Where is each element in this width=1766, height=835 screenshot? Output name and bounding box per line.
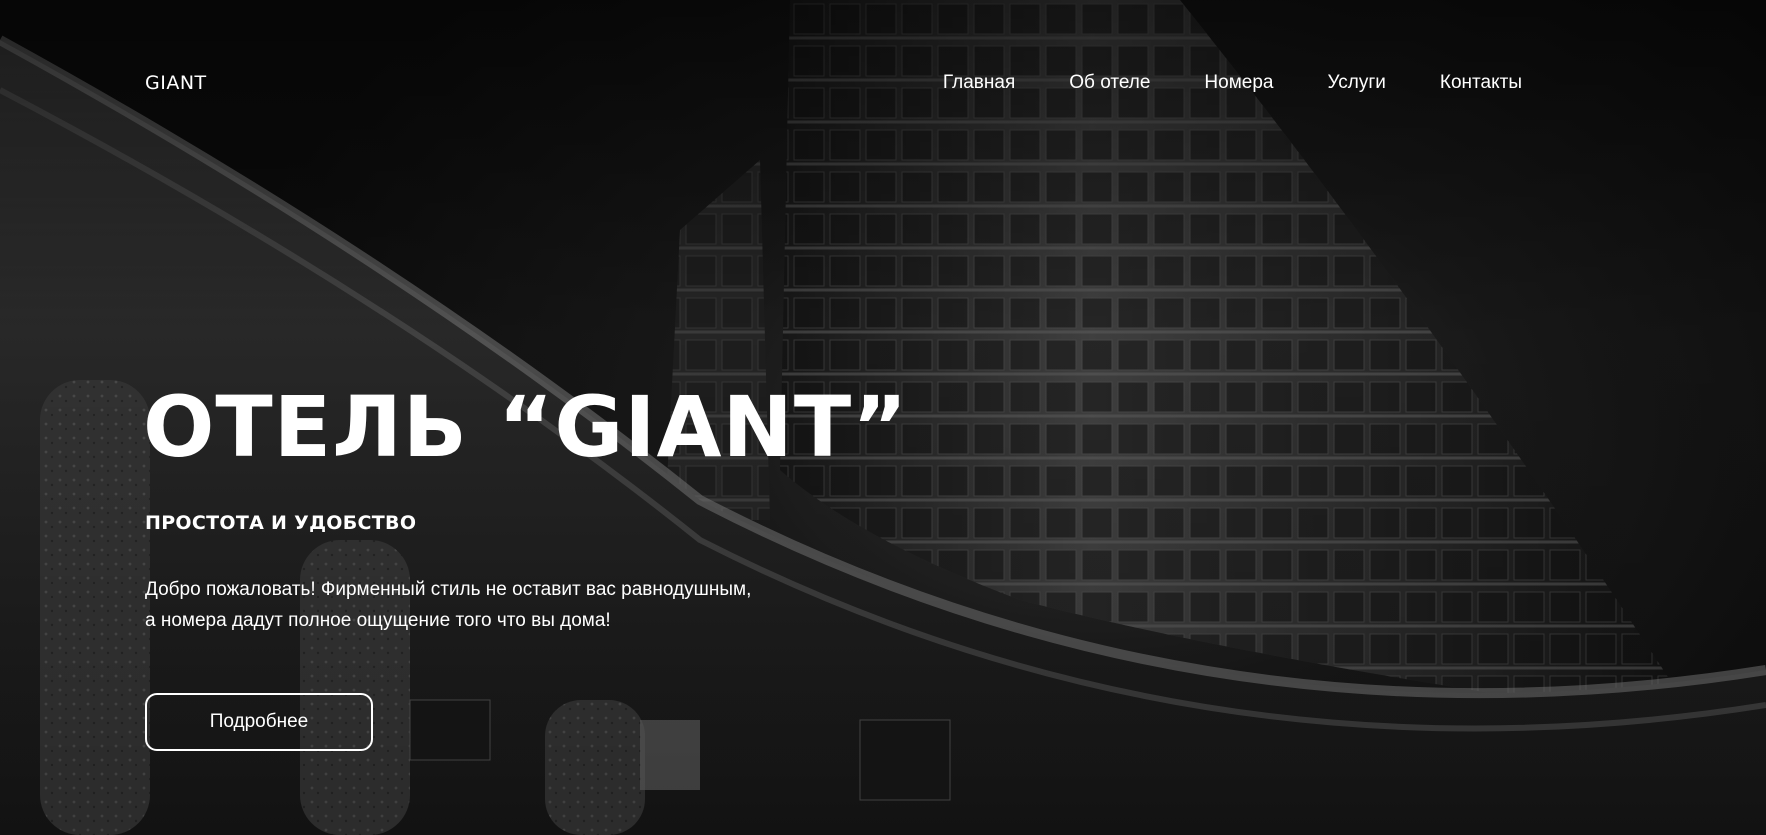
nav-link-home[interactable]: Главная	[943, 72, 1015, 94]
nav-link-contacts[interactable]: Контакты	[1440, 72, 1522, 94]
hero-title: ОТЕЛЬ “GIANT”	[143, 378, 909, 476]
nav-link-rooms[interactable]: Номера	[1204, 72, 1273, 94]
nav-link-about[interactable]: Об отеле	[1069, 72, 1150, 94]
details-button[interactable]: Подробнее	[145, 693, 373, 751]
hero-subtitle: ПРОСТОТА И УДОБСТВО	[145, 512, 417, 534]
hero-section: GIANT Главная Об отеле Номера Услуги Кон…	[0, 0, 1766, 835]
nav-link-services[interactable]: Услуги	[1327, 72, 1385, 94]
hero-description-line: Добро пожаловать! Фирменный стиль не ост…	[145, 579, 752, 600]
hero-description-line: а номера дадут полное ощущение того что …	[145, 610, 611, 631]
site-logo[interactable]: GIANT	[145, 72, 207, 94]
main-navigation: Главная Об отеле Номера Услуги Контакты	[943, 72, 1522, 94]
hero-description: Добро пожаловать! Фирменный стиль не ост…	[145, 574, 845, 636]
